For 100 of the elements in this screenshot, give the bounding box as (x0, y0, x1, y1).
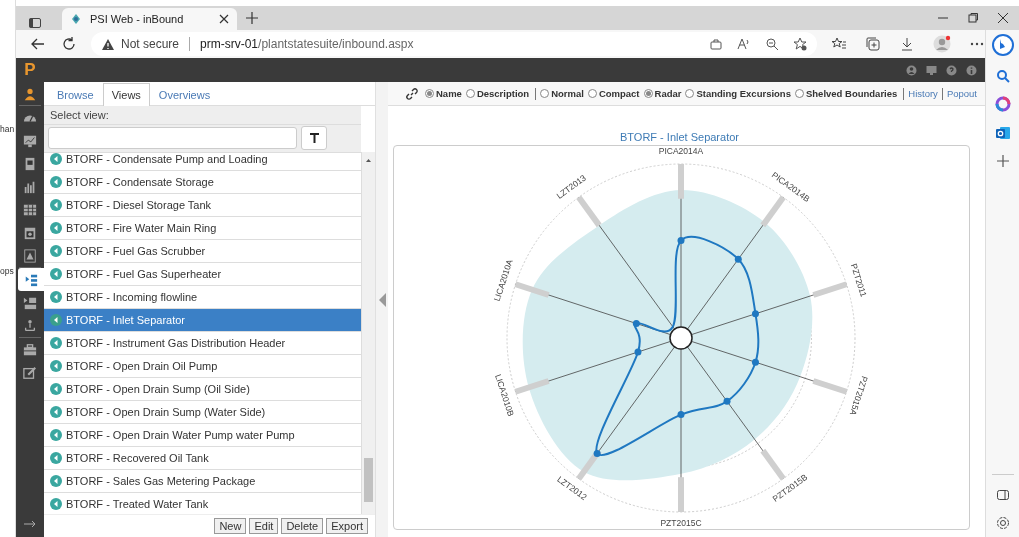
scrollbar[interactable] (361, 152, 375, 514)
read-aloud-icon[interactable] (737, 37, 751, 51)
panel-tab[interactable]: Browse (48, 83, 103, 105)
limit-bar (514, 281, 550, 298)
radio-button[interactable] (794, 89, 804, 98)
view-list-item[interactable]: BTORF - Condensate Pump and Loading (44, 152, 361, 171)
view-list-item[interactable]: BTORF - Fuel Gas Superheater (44, 262, 361, 286)
view-name: BTORF - Sales Gas Metering Package (66, 474, 256, 487)
mail-icon[interactable] (994, 125, 1011, 141)
radio-option[interactable]: Radar (643, 88, 682, 99)
radio-button[interactable] (587, 89, 597, 98)
link[interactable]: Popout (946, 88, 977, 99)
view-list-item[interactable]: BTORF - Condensate Storage (44, 170, 361, 194)
radio-button[interactable] (425, 89, 434, 98)
center-hub (669, 326, 693, 350)
view-list-item[interactable]: BTORF - Fuel Gas Scrubber (44, 239, 361, 263)
view-list-item[interactable]: BTORF - Instrument Gas Distribution Header (44, 331, 361, 355)
view-list-item[interactable]: BTORF - Open Drain Oil Pump (44, 354, 361, 378)
view-icon (50, 428, 62, 441)
link[interactable]: History (908, 88, 938, 99)
view-list-item[interactable]: BTORF - Open Drain Sump (Oil Side) (44, 377, 361, 401)
layout-icon (23, 295, 37, 310)
panel-action-button[interactable]: New (214, 518, 247, 534)
info-icon[interactable] (966, 64, 977, 76)
warning-icon[interactable] (101, 37, 115, 51)
panel-action-button[interactable]: Delete (281, 518, 324, 534)
radio-option[interactable]: Normal (540, 88, 584, 99)
background-text: ops (0, 266, 15, 276)
radio-option[interactable]: Description (465, 88, 530, 99)
radio-option[interactable]: Shelved Boundaries (794, 88, 898, 99)
toolbox-icon (23, 342, 37, 357)
profile-avatar-icon[interactable] (933, 35, 951, 53)
radio-button[interactable] (685, 89, 695, 98)
collections-icon[interactable] (865, 36, 881, 52)
view-list-item[interactable]: BTORF - Inlet Separator (44, 308, 361, 332)
radio-option[interactable]: Name (425, 88, 462, 99)
refresh-icon[interactable] (61, 36, 77, 52)
collapse-icon[interactable] (378, 292, 386, 307)
download-icon[interactable] (899, 36, 915, 52)
help-icon[interactable] (946, 64, 957, 76)
add-icon[interactable] (995, 154, 1010, 168)
data-point (751, 310, 759, 318)
favorite-add-icon[interactable] (793, 37, 807, 51)
panel-action-button[interactable]: Edit (249, 518, 279, 534)
sidebar-toggle-icon[interactable] (995, 488, 1010, 502)
radio-button[interactable] (465, 89, 475, 98)
panel-tab[interactable]: Overviews (149, 83, 220, 105)
close-icon[interactable] (997, 12, 1009, 24)
view-list-item[interactable]: BTORF - Incoming flowline (44, 285, 361, 309)
copilot-icon[interactable] (991, 34, 1014, 56)
app-logo: P (23, 60, 37, 80)
back-icon[interactable] (30, 36, 46, 52)
view-name: BTORF - Inlet Separator (66, 313, 185, 326)
view-name: BTORF - Diesel Storage Tank (66, 198, 212, 211)
browser-tab[interactable]: PSI Web - inBound (62, 8, 237, 30)
user-icon[interactable] (906, 64, 917, 76)
view-list-item[interactable]: BTORF - Sales Gas Metering Package (44, 469, 361, 493)
view-list-item[interactable]: BTORF - Recovered Oil Tank (44, 446, 361, 470)
panel-tab[interactable]: Views (102, 83, 150, 106)
view-list-item[interactable]: BTORF - Fire Water Main Ring (44, 216, 361, 240)
view-name: BTORF - Fuel Gas Superheater (66, 267, 222, 280)
view-icon (50, 405, 62, 418)
view-icon (50, 451, 62, 464)
scroll-up-icon[interactable] (365, 157, 372, 164)
favorites-icon[interactable] (831, 36, 847, 52)
search-icon[interactable] (995, 69, 1010, 83)
radio-option[interactable]: Standing Excursions (685, 88, 791, 99)
data-point (734, 255, 742, 263)
scroll-thumb[interactable] (364, 458, 373, 502)
view-icon (50, 267, 62, 280)
arrow-icon[interactable] (24, 519, 36, 528)
view-icon (50, 359, 62, 372)
radio-button[interactable] (643, 89, 653, 98)
filter-button[interactable] (301, 126, 327, 151)
rail-button[interactable] (18, 268, 44, 291)
monitor-icon[interactable] (926, 64, 937, 76)
search-field[interactable] (48, 127, 297, 150)
view-list-item[interactable]: BTORF - Open Drain Water Pump water Pump (44, 423, 361, 447)
settings-icon[interactable] (994, 515, 1011, 531)
new-tab-icon[interactable] (245, 11, 259, 25)
tab-actions-icon[interactable] (28, 16, 42, 30)
office-icon[interactable] (994, 96, 1011, 112)
address-bar[interactable]: Not secure prm-srv-01/plantstatesuite/inbound.aspx (91, 32, 817, 56)
security-label[interactable]: Not secure (121, 37, 180, 51)
view-name: BTORF - Instrument Gas Distribution Header (66, 336, 286, 349)
close-icon[interactable] (219, 14, 229, 24)
view-icon (50, 382, 62, 395)
table-icon (23, 202, 37, 217)
link-icon[interactable] (406, 87, 418, 100)
url-text[interactable]: prm-srv-01/plantstatesuite/inbound.aspx (200, 37, 703, 51)
view-list-item[interactable]: BTORF - Open Drain Sump (Water Side) (44, 400, 361, 424)
tab-title: PSI Web - inBound (90, 13, 185, 25)
filter-icon (309, 133, 319, 144)
data-point (723, 397, 731, 405)
view-list-item[interactable]: BTORF - Diesel Storage Tank (44, 193, 361, 217)
zoom-out-icon[interactable] (765, 37, 779, 51)
radio-button[interactable] (540, 89, 550, 98)
restore-icon[interactable] (967, 12, 979, 24)
panel-action-button[interactable]: Export (326, 518, 368, 534)
radio-option[interactable]: Compact (587, 88, 640, 99)
